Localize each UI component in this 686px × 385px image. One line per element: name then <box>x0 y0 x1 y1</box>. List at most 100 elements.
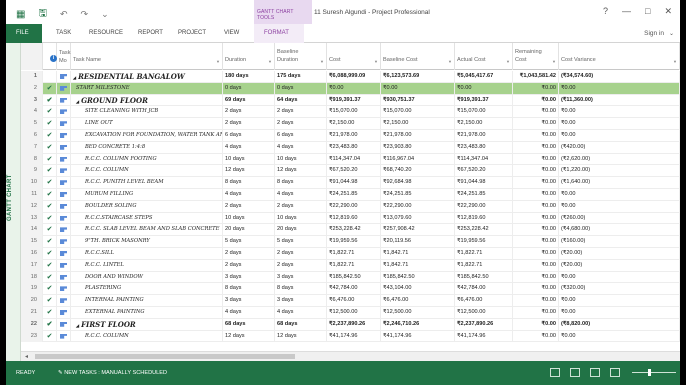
row-id-cell[interactable]: 14 <box>21 224 43 237</box>
row-id-cell[interactable]: 7 <box>21 141 43 154</box>
cost-cell[interactable]: ₹185,842.50 <box>327 271 381 284</box>
dur-cell[interactable]: 8 days <box>223 177 275 189</box>
bdur-cell[interactable]: 0 days <box>275 82 327 95</box>
task-mode-cell[interactable] <box>57 330 71 343</box>
bdur-cell[interactable]: 5 days <box>275 236 327 248</box>
task-mode-cell[interactable] <box>57 259 71 272</box>
cost-cell[interactable]: ₹919,391.37 <box>327 94 381 107</box>
dropdown-arrow-icon[interactable]: ▼ <box>552 58 556 66</box>
bdur-cell[interactable]: 3 days <box>275 295 327 307</box>
tab-format[interactable]: FORMAT <box>254 24 304 43</box>
acost-cell[interactable]: ₹21,978.00 <box>455 130 513 142</box>
task-mode-cell[interactable] <box>57 177 71 189</box>
task-mode-cell[interactable] <box>57 200 71 213</box>
row-id-cell[interactable]: 20 <box>21 295 43 307</box>
task-mode-cell[interactable] <box>57 212 71 225</box>
task-name-cell[interactable]: R.C.C. COLUMN FOOTING <box>71 153 223 166</box>
var-cell[interactable]: (₹420.00) <box>559 141 680 154</box>
select-all-corner[interactable] <box>21 43 43 70</box>
bdur-cell[interactable]: 8 days <box>275 177 327 189</box>
acost-cell[interactable]: ₹41,174.96 <box>455 330 513 343</box>
var-cell[interactable]: (₹320.00) <box>559 283 680 296</box>
bcost-cell[interactable]: ₹92,684.98 <box>381 177 455 189</box>
summary-task-row[interactable]: 1 ◢ RESIDENTIAL BANGALOW 180 days 175 days ₹6… <box>21 71 680 83</box>
customize-toolbar-icon[interactable]: ⌄ <box>101 9 109 20</box>
task-name-cell[interactable]: START MILESTONE <box>71 82 223 95</box>
task-mode-cell[interactable] <box>57 153 71 166</box>
cost-cell[interactable]: ₹24,251.85 <box>327 189 381 201</box>
acost-cell[interactable]: ₹6,476.00 <box>455 295 513 307</box>
rcost-cell[interactable]: ₹0.00 <box>513 307 559 319</box>
task-row[interactable]: 16 ✔ R.C.C.SILL 2 days 2 days ₹1,822.71 ₹1,842… <box>21 248 680 260</box>
acost-cell[interactable]: ₹12,819.60 <box>455 212 513 225</box>
task-row[interactable]: 5 ✔ LINE OUT 2 days 2 days ₹2,150.00 ₹2,150.00… <box>21 118 680 130</box>
chevron-down-icon[interactable]: ⌄ <box>669 30 674 37</box>
acost-cell[interactable]: ₹67,520.20 <box>455 165 513 178</box>
rcost-cell[interactable]: ₹0.00 <box>513 318 559 331</box>
bcost-cell[interactable]: ₹12,500.00 <box>381 307 455 319</box>
bcost-cell[interactable]: ₹20,119.56 <box>381 236 455 248</box>
task-name-cell[interactable]: MURUM FILLING <box>71 189 223 201</box>
task-row[interactable]: 8 ✔ R.C.C. COLUMN FOOTING 10 days 10 days ₹11… <box>21 153 680 166</box>
tab-report[interactable]: REPORT <box>138 30 163 36</box>
minimize-button[interactable]: — <box>622 6 631 17</box>
horizontal-scrollbar[interactable]: ◂ <box>21 351 680 361</box>
dur-cell[interactable]: 12 days <box>223 330 275 343</box>
var-cell[interactable]: (₹2,620.00) <box>559 153 680 166</box>
var-cell[interactable]: ₹0.00 <box>559 295 680 307</box>
bcost-cell[interactable]: ₹116,967.04 <box>381 153 455 166</box>
column-header-actual-cost[interactable]: Actual Cost ▼ <box>455 43 513 70</box>
task-row[interactable]: 9 ✔ R.C.C. COLUMN 12 days 12 days ₹67,520.20 ₹… <box>21 165 680 178</box>
dur-cell[interactable]: 2 days <box>223 106 275 119</box>
rcost-cell[interactable]: ₹0.00 <box>513 224 559 237</box>
acost-cell[interactable]: ₹24,251.85 <box>455 189 513 201</box>
task-mode-cell[interactable] <box>57 224 71 237</box>
bcost-cell[interactable]: ₹1,842.71 <box>381 259 455 272</box>
task-row[interactable]: 23 ✔ R.C.C. COLUMN 12 days 12 days ₹41,174.96… <box>21 330 680 343</box>
bcost-cell[interactable]: ₹185,842.50 <box>381 271 455 284</box>
acost-cell[interactable]: ₹185,842.50 <box>455 271 513 284</box>
bcost-cell[interactable]: ₹257,908.42 <box>381 224 455 237</box>
var-cell[interactable]: ₹0.00 <box>559 130 680 142</box>
rcost-cell[interactable]: ₹0.00 <box>513 141 559 154</box>
view-bar[interactable]: GANTT CHART <box>6 43 21 361</box>
task-mode-cell[interactable] <box>57 118 71 130</box>
dur-cell[interactable]: 69 days <box>223 94 275 107</box>
cost-cell[interactable]: ₹21,978.00 <box>327 130 381 142</box>
dropdown-arrow-icon[interactable]: ▼ <box>506 58 510 66</box>
bdur-cell[interactable]: 4 days <box>275 141 327 154</box>
collapse-icon[interactable]: ◢ <box>76 323 79 328</box>
bdur-cell[interactable]: 20 days <box>275 224 327 237</box>
column-header-baseline-cost[interactable]: Baseline Cost ▼ <box>381 43 455 70</box>
row-id-cell[interactable]: 18 <box>21 271 43 284</box>
cost-cell[interactable]: ₹114,347.04 <box>327 153 381 166</box>
bcost-cell[interactable]: ₹6,123,573.69 <box>381 71 455 83</box>
task-row[interactable]: 7 ✔ BED CONCRETE 1:4:8 4 days 4 days ₹23,483.… <box>21 141 680 154</box>
rcost-cell[interactable]: ₹0.00 <box>513 94 559 107</box>
bcost-cell[interactable]: ₹6,476.00 <box>381 295 455 307</box>
acost-cell[interactable]: ₹22,290.00 <box>455 200 513 213</box>
rcost-cell[interactable]: ₹0.00 <box>513 106 559 119</box>
acost-cell[interactable]: ₹91,044.98 <box>455 177 513 189</box>
var-cell[interactable]: (₹1,640.00) <box>559 177 680 189</box>
bcost-cell[interactable]: ₹2,150.00 <box>381 118 455 130</box>
dur-cell[interactable]: 180 days <box>223 71 275 83</box>
task-mode-cell[interactable] <box>57 318 71 331</box>
tab-view[interactable]: VIEW <box>224 30 239 36</box>
column-header-indicators[interactable]: i <box>43 43 57 70</box>
bdur-cell[interactable]: 12 days <box>275 165 327 178</box>
task-mode-cell[interactable] <box>57 295 71 307</box>
column-header-cost-variance[interactable]: Cost Variance ▼ <box>559 43 680 70</box>
sign-in-link[interactable]: Sign in <box>644 30 664 37</box>
dur-cell[interactable]: 8 days <box>223 283 275 296</box>
cost-cell[interactable]: ₹6,088,999.09 <box>327 71 381 83</box>
cost-cell[interactable]: ₹6,476.00 <box>327 295 381 307</box>
var-cell[interactable]: (₹34,574.60) <box>559 71 680 83</box>
cost-cell[interactable]: ₹2,150.00 <box>327 118 381 130</box>
dropdown-arrow-icon[interactable]: ▼ <box>320 58 324 66</box>
acost-cell[interactable]: ₹23,483.80 <box>455 141 513 154</box>
task-name-cell[interactable]: BOULDER SOLING <box>71 200 223 213</box>
bcost-cell[interactable]: ₹68,740.20 <box>381 165 455 178</box>
dur-cell[interactable]: 10 days <box>223 153 275 166</box>
var-cell[interactable]: (₹20.00) <box>559 259 680 272</box>
